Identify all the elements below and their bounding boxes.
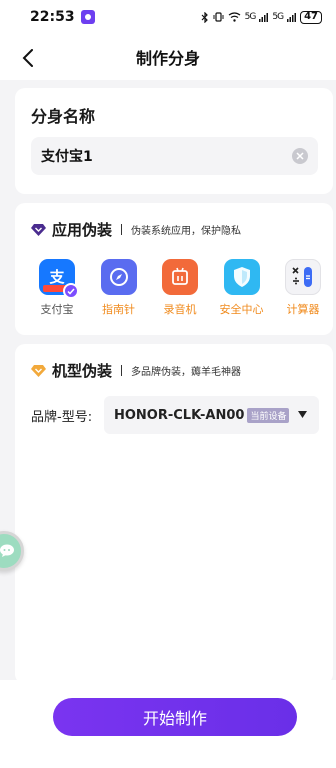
recorder-icon — [162, 259, 198, 295]
app-disguise-subtitle: 伪装系统应用，保护隐私 — [131, 226, 242, 237]
status-time: 22:53 — [30, 9, 75, 25]
clear-icon[interactable] — [292, 148, 308, 164]
clone-name-input[interactable]: 支付宝1 — [31, 137, 318, 175]
app-disguise-title: 应用伪装 — [52, 221, 113, 239]
start-create-button[interactable]: 开始制作 — [53, 698, 297, 736]
model-value: HONOR-CLK-AN00 — [114, 407, 245, 423]
app-label-compass: 指南针 — [102, 303, 135, 316]
current-device-badge: 当前设备 — [247, 407, 290, 423]
compass-icon — [100, 259, 137, 295]
bottom-bar: 开始制作 — [0, 680, 336, 768]
model-disguise-subtitle: 多品牌伪装，薅羊毛神器 — [131, 367, 242, 378]
diamond-icon — [31, 223, 46, 236]
app-option-compass[interactable]: 指南针 — [93, 259, 145, 317]
vibrate-icon — [213, 12, 224, 22]
model-disguise-title: 机型伪装 — [52, 362, 113, 380]
security-icon — [223, 259, 260, 295]
signal-1-label: 5G — [244, 12, 257, 22]
dropdown-triangle-icon — [298, 411, 307, 418]
app-option-recorder[interactable]: 录音机 — [154, 259, 206, 317]
alipay-icon: 支 — [39, 259, 79, 299]
app-notification-icon — [80, 10, 95, 24]
status-left: 22:53 — [30, 9, 95, 25]
model-disguise-card: 机型伪装 多品牌伪装，薅羊毛神器 品牌-型号: HONOR-CLK-AN00 当… — [15, 344, 333, 684]
app-label-calculator: 计算器 — [286, 303, 320, 316]
chevron-left-icon — [22, 49, 33, 67]
app-disguise-header: 应用伪装 伪装系统应用，保护隐私 — [31, 219, 241, 240]
battery-indicator: 47 — [300, 10, 322, 24]
chat-bubble-icon — [0, 544, 14, 557]
app-icon-list: 支 支付宝 指南针 录音机 安全中心 计算器 — [31, 259, 329, 317]
selected-check-icon — [63, 283, 79, 299]
model-select[interactable]: HONOR-CLK-AN00 当前设备 — [104, 396, 319, 434]
clone-name-value: 支付宝1 — [41, 149, 93, 165]
app-label-alipay: 支付宝 — [40, 303, 74, 316]
section-divider — [121, 365, 123, 376]
wifi-icon — [228, 12, 241, 22]
header: 制作分身 — [0, 34, 336, 80]
app-option-alipay[interactable]: 支 支付宝 — [31, 259, 83, 317]
brand-model-label: 品牌-型号: — [31, 409, 93, 425]
app-label-security: 安全中心 — [219, 303, 264, 316]
status-right: 5G 5G 47 — [201, 10, 322, 24]
signal-1-icon — [259, 12, 269, 22]
app-label-recorder: 录音机 — [163, 303, 197, 316]
app-disguise-card: 应用伪装 伪装系统应用，保护隐私 支 支付宝 指南针 录音机 安全中心 计算器 — [15, 203, 333, 335]
diamond-gold-icon — [31, 364, 46, 377]
app-option-calculator[interactable]: 计算器 — [277, 259, 329, 317]
name-card: 分身名称 支付宝1 — [15, 88, 333, 194]
bluetooth-icon — [201, 11, 208, 23]
model-disguise-header: 机型伪装 多品牌伪装，薅羊毛神器 — [31, 360, 241, 381]
back-button[interactable] — [14, 44, 42, 72]
page-title: 制作分身 — [135, 49, 200, 68]
app-option-security[interactable]: 安全中心 — [216, 259, 268, 317]
signal-2-label: 5G — [272, 12, 284, 22]
signal-2-icon — [287, 12, 297, 22]
name-label: 分身名称 — [31, 107, 96, 126]
status-bar: 22:53 5G 5G 47 — [0, 0, 336, 34]
model-row: 品牌-型号: HONOR-CLK-AN00 当前设备 — [31, 396, 319, 434]
svg-text:支: 支 — [48, 268, 65, 286]
section-divider — [121, 224, 123, 235]
calculator-icon — [285, 259, 321, 295]
